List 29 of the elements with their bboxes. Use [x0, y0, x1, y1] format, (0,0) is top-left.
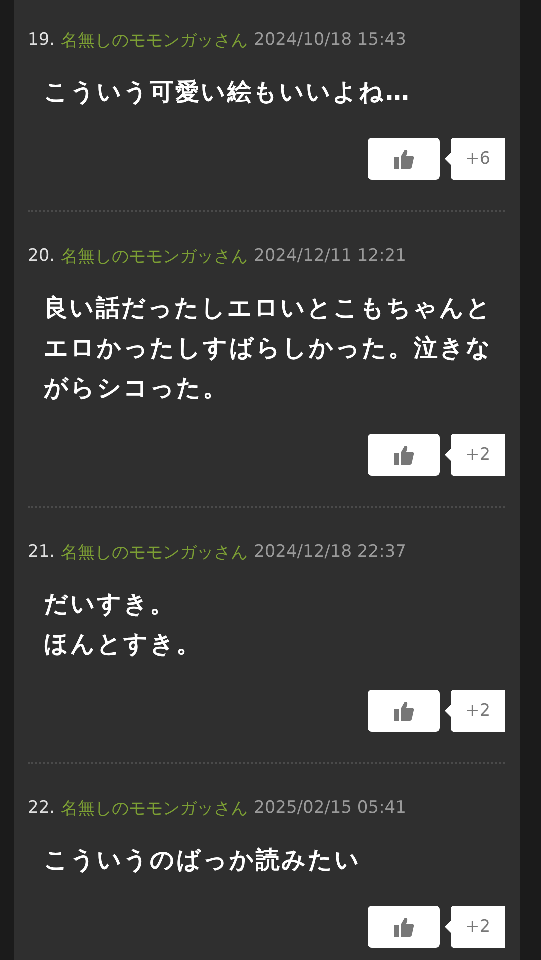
like-button[interactable] — [368, 138, 440, 180]
author-name[interactable]: 名無しのモモンガッさん — [61, 244, 248, 268]
like-count: +2 — [445, 906, 505, 948]
like-count: +6 — [445, 138, 505, 180]
like-button[interactable] — [368, 690, 440, 732]
comment-date: 2024/12/18 22:37 — [254, 542, 406, 562]
like-count: +2 — [445, 690, 505, 732]
thumbs-up-icon — [393, 700, 415, 722]
comment-number: 22. — [28, 798, 56, 818]
thumbs-up-icon — [393, 444, 415, 466]
thumbs-up-icon — [393, 148, 415, 170]
comment-text: ほんとすき。 — [44, 629, 203, 660]
comment-date: 2025/02/15 05:41 — [254, 798, 406, 818]
comment-number: 21. — [28, 542, 56, 562]
like-count: +2 — [445, 434, 505, 476]
comment-date: 2024/10/18 15:43 — [254, 30, 406, 50]
comment-text: こういう可愛い絵もいいよね… — [44, 77, 412, 108]
comment-number: 20. — [28, 246, 56, 266]
like-button[interactable] — [368, 434, 440, 476]
comment-date: 2024/12/11 12:21 — [254, 246, 406, 266]
author-name[interactable]: 名無しのモモンガッさん — [61, 28, 248, 52]
comment-text: 良い話だったしエロいとこもちゃんとエロかったしすばらしかった。泣きながらシコった。 — [44, 293, 494, 404]
author-name[interactable]: 名無しのモモンガッさん — [61, 540, 248, 564]
author-name[interactable]: 名無しのモモンガッさん — [61, 796, 248, 820]
like-button[interactable] — [368, 906, 440, 948]
thumbs-up-icon — [393, 916, 415, 938]
comment-text: だいすき。 — [44, 589, 176, 620]
comment-text: こういうのばっか読みたい — [44, 845, 362, 876]
comment-number: 19. — [28, 30, 56, 50]
